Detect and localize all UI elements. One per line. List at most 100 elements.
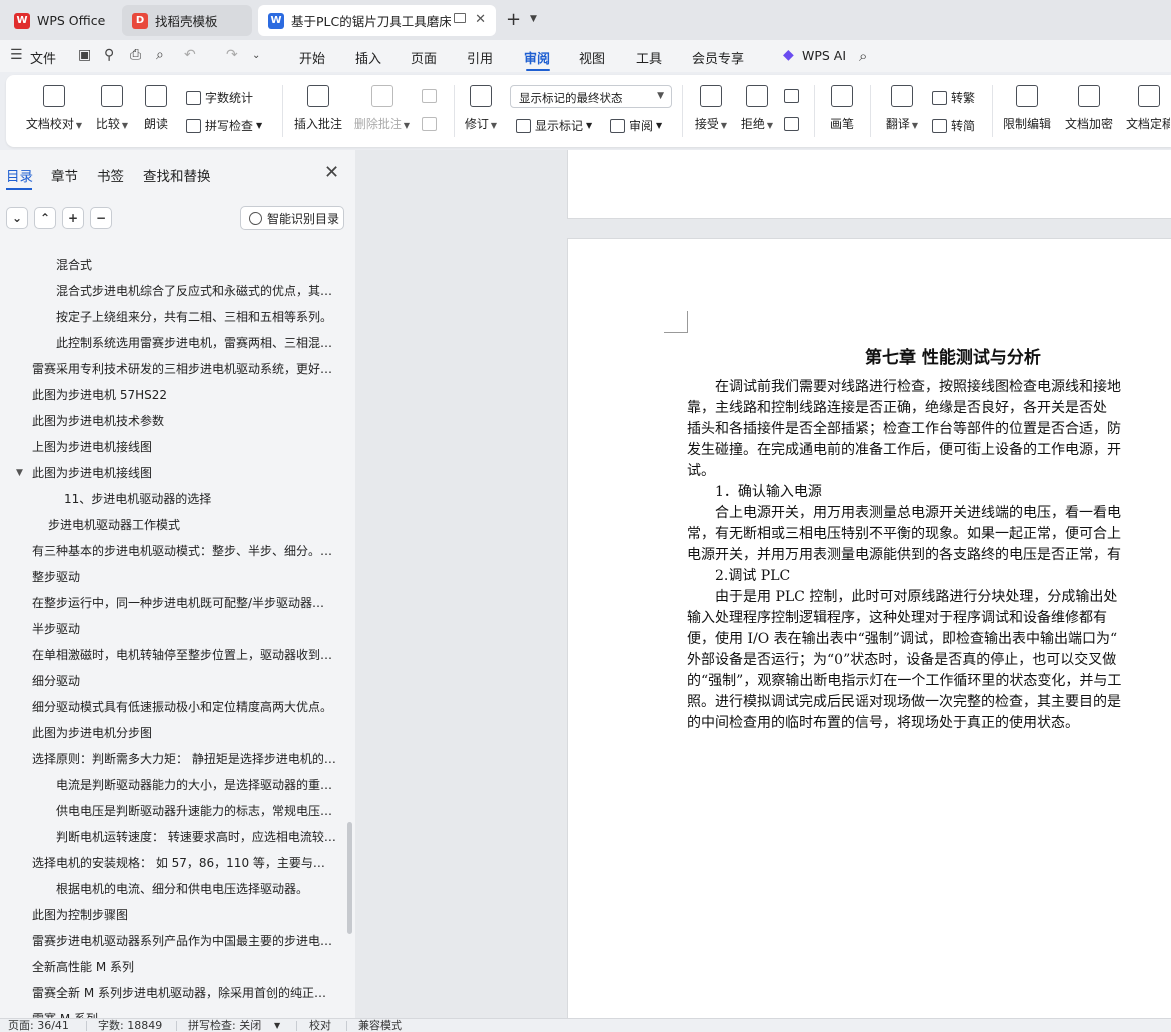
monitor-icon[interactable] [454, 13, 466, 23]
page-indicator[interactable]: 页面: 36/41 [8, 1019, 69, 1032]
menu-start[interactable]: 开始 [299, 48, 325, 67]
toc-item[interactable]: 电流是判断驱动器能力的大小，是选择驱动器的重要指标之一。 [56, 772, 336, 798]
toc-item[interactable]: 雷赛全新 M 系列步进电机驱动器，除采用首创的纯正弦电流控制技术。 [32, 980, 336, 1006]
search-icon[interactable]: ⌕ [859, 47, 867, 65]
spell-check-button[interactable]: 拼写检查 ▼ [186, 117, 262, 134]
chevron-down-icon[interactable]: ▼ [274, 1019, 280, 1032]
to-traditional-button[interactable]: 转繁 [932, 89, 975, 106]
share-icon[interactable]: ⚲ [104, 47, 114, 63]
next-change-button[interactable] [784, 117, 803, 131]
review-pane-button[interactable]: 审阅 ▼ [610, 117, 662, 134]
review-pane-icon [610, 118, 625, 133]
to-simplified-button[interactable]: 转简 [932, 117, 975, 134]
accept-button[interactable]: 接受 ▼ [692, 85, 730, 132]
toc-item[interactable]: 混合式 [56, 252, 336, 278]
show-markup-button[interactable]: 显示标记 ▼ [516, 117, 592, 134]
menu-view[interactable]: 视图 [579, 48, 605, 67]
toc-item[interactable]: 细分驱动 [32, 668, 336, 694]
chevron-down-icon[interactable]: ⌄ [252, 50, 260, 61]
document-page[interactable]: 第七章 性能测试与分析 在调试前我们需要对线路进行检查，按照接线图检查电源线和接… [567, 238, 1171, 1018]
menu-member[interactable]: 会员专享 [692, 48, 744, 67]
menu-review[interactable]: 审阅 [524, 48, 550, 67]
prev-comment-button[interactable] [422, 89, 441, 103]
reject-button[interactable]: 拒绝 ▼ [738, 85, 776, 132]
tab-wps-office[interactable]: W WPS Office [4, 5, 116, 36]
toc-item[interactable]: 雷赛 M 系列 [32, 1006, 336, 1018]
panel-tab-bookmarks[interactable]: 书签 [97, 165, 124, 185]
chevron-down-icon[interactable]: ▼ [530, 14, 537, 24]
read-aloud-button[interactable]: 朗读 [140, 85, 172, 132]
markup-state-select[interactable]: 显示标记的最终状态 ▼ [510, 85, 672, 108]
close-panel-icon[interactable]: ✕ [324, 162, 339, 183]
menu-tools[interactable]: 工具 [636, 48, 662, 67]
toc-item[interactable]: 半步驱动 [32, 616, 336, 642]
toc-item[interactable]: 供电电压是判断驱动器升速能力的标志，常规电压供电有：24V、48V。 [56, 798, 336, 824]
smart-toc-button[interactable]: 智能识别目录 [240, 206, 344, 230]
toc-item[interactable]: 在单相激磁时，电机转轴停至整步位置上，驱动器收到下一个脉冲后。 [32, 642, 336, 668]
menu-wps-ai[interactable]: WPS AI [802, 48, 846, 63]
new-tab-plus-icon[interactable]: + [506, 9, 521, 30]
toc-item[interactable]: 此图为步进电机接线图 [32, 460, 336, 486]
panel-scrollbar[interactable] [347, 822, 352, 934]
undo-icon[interactable]: ↶ [184, 47, 196, 63]
hamburger-icon[interactable]: ☰ [10, 47, 23, 63]
remove-heading-button[interactable]: − [90, 207, 112, 229]
toc-item[interactable]: 步进电机驱动器工作模式 [48, 512, 336, 538]
menu-reference[interactable]: 引用 [467, 48, 493, 67]
menu-page[interactable]: 页面 [411, 48, 437, 67]
toc-item[interactable]: 此控制系统选用雷赛步进电机，雷赛两相、三相混合式步进电机。 [56, 330, 336, 356]
toc-item[interactable]: 此图为步进电机分步图 [32, 720, 336, 746]
toc-item[interactable]: 混合式步进电机综合了反应式和永磁式的优点，其定子上有多相绕组、转子上采用永磁材料… [56, 278, 336, 304]
expand-up-button[interactable]: ⌃ [34, 207, 56, 229]
expanded-caret-icon[interactable]: ▼ [16, 468, 23, 478]
menu-insert[interactable]: 插入 [355, 48, 381, 67]
review-ribbon: 文档校对 ▼ 比较 ▼ 朗读 字数统计 拼写检查 ▼ 插入批注 删除批注 ▼ 修订 ▼ 显… [6, 75, 1171, 147]
close-tab-icon[interactable]: ✕ [475, 12, 486, 27]
word-count-indicator[interactable]: 字数: 18849 [98, 1019, 162, 1032]
proofread-button[interactable]: 文档校对 ▼ [22, 85, 86, 132]
translate-button[interactable]: 翻译 ▼ [882, 85, 922, 132]
toc-item[interactable]: 细分驱动模式具有低速振动极小和定位精度高两大优点。 [32, 694, 336, 720]
toc-item[interactable]: 雷赛步进电机驱动器系列产品作为中国最主要的步进电机驱动器品牌。 [32, 928, 336, 954]
toc-item[interactable]: 在整步运行中，同一种步进电机既可配整/半步驱动器也可配细分驱动器。 [32, 590, 336, 616]
spell-check-status[interactable]: 拼写检查: 关闭 [188, 1019, 261, 1032]
restrict-edit-button[interactable]: 限制编辑 [1002, 85, 1052, 132]
add-heading-button[interactable]: + [62, 207, 84, 229]
toc-item[interactable]: 此图为步进电机技术参数 [32, 408, 336, 434]
print-preview-icon[interactable]: ⌕ [156, 47, 164, 63]
proofread-status[interactable]: 校对 [309, 1019, 331, 1032]
delete-comment-button[interactable]: 删除批注 ▼ [351, 85, 413, 132]
word-count-button[interactable]: 字数统计 [186, 89, 253, 106]
tab-document[interactable]: W 基于PLC的锯片刀具工具磨床控 ✕ [258, 5, 496, 36]
tab-docer-templates[interactable]: D 找稻壳模板 [122, 5, 252, 36]
toc-item[interactable]: 此图为控制步骤图 [32, 902, 336, 928]
print-icon[interactable]: ⎙ [130, 47, 141, 63]
toc-item[interactable]: 判断电机运转速度： 转速要求高时，应选相电流较大的电机。 [56, 824, 336, 850]
toc-item[interactable]: 选择原则：判断需多大力矩： 静扭矩是选择步进电机的主要参数之一。 [32, 746, 336, 772]
toc-item[interactable]: 选择电机的安装规格： 如 57，86，110 等，主要与力矩要求有关。 [32, 850, 336, 876]
panel-tab-find-replace[interactable]: 查找和替换 [143, 165, 211, 185]
track-changes-button[interactable]: 修订 ▼ [462, 85, 500, 132]
finalize-document-button[interactable]: 文档定稿 [1126, 85, 1170, 132]
toc-item[interactable]: 有三种基本的步进电机驱动模式：整步、半步、细分。其主要区别在于电机线圈电流的控制… [32, 538, 336, 564]
compare-button[interactable]: 比较 ▼ [90, 85, 134, 132]
panel-tab-sections[interactable]: 章节 [51, 165, 78, 185]
save-icon[interactable]: ▣ [78, 47, 91, 63]
toc-item[interactable]: 上图为步进电机接线图 [32, 434, 336, 460]
encrypt-document-button[interactable]: 文档加密 [1064, 85, 1114, 132]
next-comment-button[interactable] [422, 117, 441, 131]
toc-item[interactable]: 雷赛采用专利技术研发的三相步进电机驱动系统，更好的性能。 [32, 356, 336, 382]
toc-item[interactable]: 整步驱动 [32, 564, 336, 590]
toc-item[interactable]: 按定子上绕组来分，共有二相、三相和五相等系列。 [56, 304, 336, 330]
toc-item[interactable]: 11、步进电机驱动器的选择 [64, 486, 336, 512]
prev-change-button[interactable] [784, 89, 803, 103]
menu-file[interactable]: 文件 [30, 48, 56, 67]
toc-item[interactable]: 根据电机的电流、细分和供电电压选择驱动器。 [56, 876, 336, 902]
toc-item[interactable]: 此图为步进电机 57HS22 [32, 382, 336, 408]
panel-tab-toc[interactable]: 目录 [6, 165, 33, 185]
pen-button[interactable]: 画笔 [826, 85, 858, 132]
insert-comment-button[interactable]: 插入批注 [292, 85, 344, 132]
redo-icon[interactable]: ↷ [226, 47, 238, 63]
collapse-all-button[interactable]: ⌄ [6, 207, 28, 229]
toc-item[interactable]: 全新高性能 M 系列 [32, 954, 336, 980]
